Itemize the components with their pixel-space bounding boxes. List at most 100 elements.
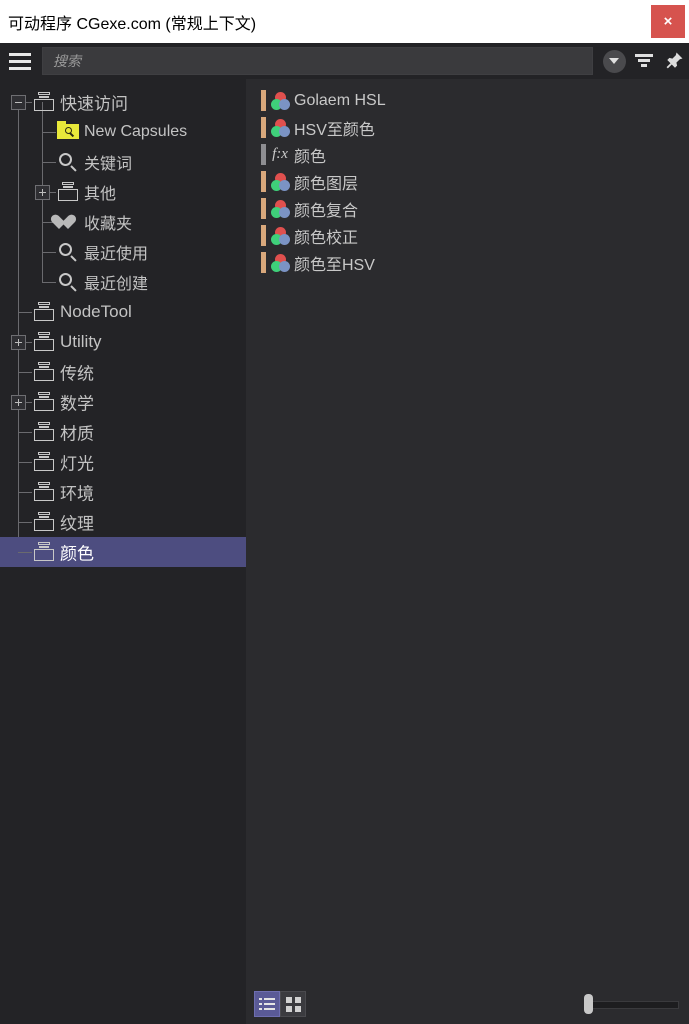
tree-item-7[interactable]: NodeTool — [0, 297, 246, 327]
tree-item-1[interactable]: New Capsules — [0, 117, 246, 147]
collapse-icon[interactable] — [11, 95, 26, 110]
tree-item-label: NodeTool — [60, 302, 132, 321]
dropdown-button[interactable] — [599, 43, 629, 79]
rgb-circles-icon — [266, 199, 294, 218]
fx-icon-label: f:x — [272, 146, 288, 162]
tree-item-label: 关键词 — [84, 156, 133, 173]
list-item[interactable]: 颜色至HSV — [246, 249, 689, 276]
capsule-icon — [33, 331, 55, 353]
grid-view-button[interactable] — [280, 991, 306, 1017]
capsule-icon — [33, 511, 55, 533]
expand-icon[interactable] — [35, 185, 50, 200]
grid-view-icon — [285, 996, 301, 1012]
list-view-button[interactable] — [254, 991, 280, 1017]
tree-guide-line — [18, 492, 32, 493]
list-item[interactable]: f:x 颜色 — [246, 141, 689, 168]
tree-item-label: 其他 — [84, 186, 117, 203]
tree-item-label: 环境 — [60, 484, 94, 504]
close-icon: × — [663, 13, 673, 30]
list-item-label: 颜色复合 — [294, 202, 359, 220]
tree-item-label: 颜色 — [60, 544, 94, 564]
tree-item-label: 最近使用 — [84, 246, 149, 263]
chevron-down-icon — [602, 49, 626, 73]
tree-item-label: 纹理 — [60, 514, 94, 534]
hamburger-menu-icon[interactable] — [0, 43, 40, 79]
magnifier-icon — [57, 241, 79, 263]
view-mode-toggle — [254, 991, 306, 1017]
search-input[interactable] — [43, 47, 592, 75]
list-item[interactable]: HSV至颜色 — [246, 114, 689, 141]
tree-item-label: Utility — [60, 332, 102, 351]
list-item[interactable]: 颜色图层 — [246, 168, 689, 195]
tree-item-13[interactable]: 环境 — [0, 477, 246, 507]
tree-guide-line — [18, 312, 32, 313]
close-button[interactable]: × — [651, 5, 685, 38]
rgb-circles-icon — [266, 91, 294, 110]
tree-item-4[interactable]: 收藏夹 — [0, 207, 246, 237]
tree-item-0[interactable]: 快速访问 — [0, 87, 246, 117]
tree-item-9[interactable]: 传统 — [0, 357, 246, 387]
expand-icon[interactable] — [11, 335, 26, 350]
tree-guide-line — [18, 552, 32, 553]
capsule-icon — [33, 451, 55, 473]
list-item-label: 颜色图层 — [294, 175, 359, 193]
tree-item-label: 数学 — [60, 394, 94, 414]
tree-item-14[interactable]: 纹理 — [0, 507, 246, 537]
capsule-icon — [33, 391, 55, 413]
toolbar — [0, 43, 689, 79]
expand-icon[interactable] — [11, 395, 26, 410]
rgb-circles-icon — [266, 118, 294, 137]
pin-icon — [664, 51, 684, 71]
list-item[interactable]: 颜色校正 — [246, 222, 689, 249]
tree-item-label: 传统 — [60, 364, 94, 384]
capsule-icon — [33, 361, 55, 383]
capsule-icon — [33, 91, 55, 113]
folder-icon — [57, 121, 79, 143]
list-item-label: 颜色至HSV — [294, 256, 375, 274]
tree-item-3[interactable]: 其他 — [0, 177, 246, 207]
tree-item-label: 收藏夹 — [84, 216, 133, 233]
zoom-slider[interactable] — [584, 994, 679, 1014]
node-list-panel[interactable]: Golaem HSL HSV至颜色 f:x 颜色颜色图层颜色复合颜色校正颜色至HSV — [246, 79, 689, 985]
tree-item-8[interactable]: Utility — [0, 327, 246, 357]
tree-item-label: 灯光 — [60, 454, 94, 474]
tree-item-5[interactable]: 最近使用 — [0, 237, 246, 267]
tree-guide-line — [42, 162, 56, 163]
tree-guide-line — [18, 372, 32, 373]
heart-icon — [57, 211, 79, 233]
rgb-circles-icon — [266, 226, 294, 245]
rgb-circles-icon — [266, 253, 294, 272]
tree-item-label: 材质 — [60, 424, 94, 444]
rgb-circles-icon — [266, 172, 294, 191]
tree-item-15[interactable]: 颜色 — [0, 537, 246, 567]
tree-item-11[interactable]: 材质 — [0, 417, 246, 447]
capsule-icon — [33, 481, 55, 503]
tree-item-label: 快速访问 — [60, 94, 128, 114]
search-field[interactable] — [42, 47, 593, 75]
tree-guide-line — [18, 522, 32, 523]
filter-icon — [635, 53, 653, 69]
list-item-label: 颜色校正 — [294, 229, 359, 247]
tree-item-2[interactable]: 关键词 — [0, 147, 246, 177]
category-tree-panel[interactable]: 快速访问 New Capsules 关键词其他收藏夹最近使用最近创建 NodeTool… — [0, 79, 246, 1024]
application-window: 可动程序 CGexe.com (常规上下文) × 搜索 快速访问 New Cap… — [0, 0, 689, 1024]
tree-guide-line — [42, 282, 56, 283]
tree-item-6[interactable]: 最近创建 — [0, 267, 246, 297]
list-item[interactable]: 颜色复合 — [246, 195, 689, 222]
list-item[interactable]: Golaem HSL — [246, 87, 689, 114]
filter-button[interactable] — [629, 43, 659, 79]
status-bar — [246, 985, 689, 1024]
tree-item-12[interactable]: 灯光 — [0, 447, 246, 477]
tree-guide-line — [42, 132, 56, 133]
magnifier-icon — [57, 151, 79, 173]
list-view-icon — [259, 997, 275, 1011]
tree-item-10[interactable]: 数学 — [0, 387, 246, 417]
tree-item-label: 最近创建 — [84, 276, 149, 293]
magnifier-icon — [57, 271, 79, 293]
zoom-slider-handle[interactable] — [584, 994, 593, 1014]
tree-guide-line — [18, 432, 32, 433]
tree-guide-line — [18, 462, 32, 463]
list-item-label: HSV至颜色 — [294, 121, 375, 139]
capsule-icon — [33, 541, 55, 563]
pin-button[interactable] — [659, 43, 689, 79]
